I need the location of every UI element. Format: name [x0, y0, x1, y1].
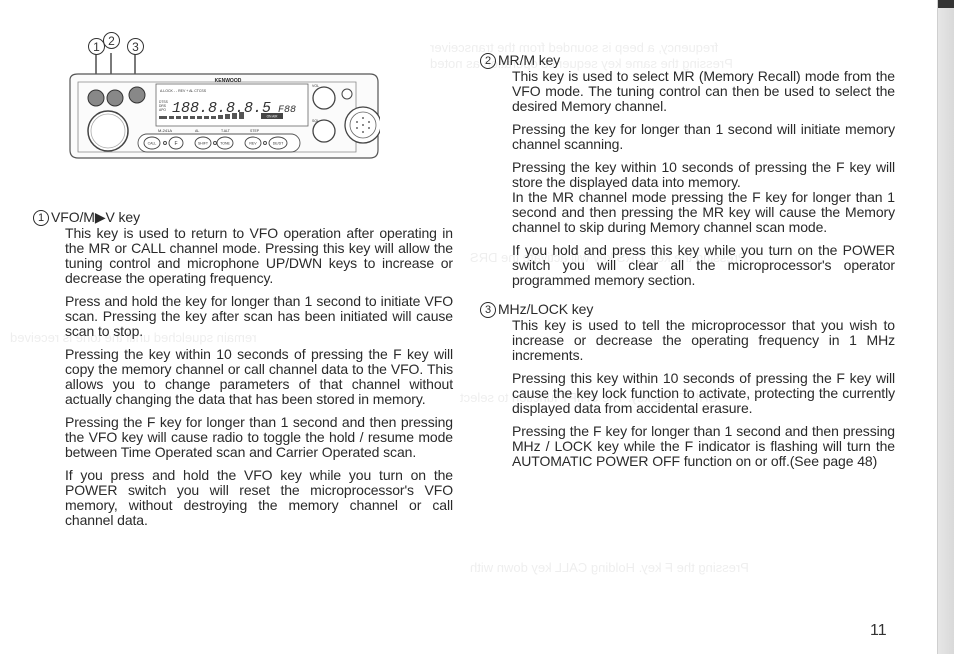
page-number: 11 [870, 622, 887, 639]
paragraph: Pressing the F key for longer than 1 sec… [512, 423, 895, 469]
left-column: 1 VFO/M▶V key This key is used to return … [33, 210, 453, 536]
right-column: 2 MR/M key This key is used to select MR … [480, 53, 895, 477]
sql-knob [312, 119, 336, 143]
section-heading-vfo-key: 1 VFO/M▶V key [33, 210, 453, 226]
mhz-lock-key [128, 86, 146, 104]
tuning-knob [87, 110, 129, 152]
callout-2: 2 [103, 32, 120, 49]
paragraph: This key is used to return to VFO operat… [65, 225, 453, 286]
svg-text:A.LOCK - - REV + AL CTCS: A.LOCK - - REV + AL CTCSS [160, 89, 207, 93]
svg-text:F: F [174, 141, 177, 147]
paragraph: This key is used to select MR (Memory Re… [512, 68, 895, 114]
page-edge [937, 0, 954, 654]
callout-3: 3 [127, 38, 144, 55]
paragraph: If you hold and press this key while you… [512, 242, 895, 288]
svg-text:CALL: CALL [148, 142, 157, 146]
svg-text:T.ALT: T.ALT [221, 129, 231, 133]
page-edge-shadow [938, 0, 954, 8]
svg-text:SQL: SQL [312, 119, 319, 123]
section-title-text: VFO/M▶V key [51, 209, 141, 225]
svg-text:VOL: VOL [312, 84, 319, 88]
svg-text:KENWOOD: KENWOOD [215, 78, 242, 84]
paragraph: Pressing the F key for longer than 1 sec… [65, 414, 453, 460]
section-title-text: MHz/LOCK key [498, 301, 594, 317]
paragraph: Pressing the key within 10 seconds of pr… [512, 159, 895, 190]
svg-text:AL: AL [195, 129, 199, 133]
svg-text:REV: REV [249, 142, 257, 146]
paragraph: If you press and hold the VFO key while … [65, 467, 453, 528]
paragraph: In the MR channel mode pressing the F ke… [512, 189, 895, 235]
radio-front-panel-illustration: KENWOOD A.LOCK - - REV + AL CTCSS DTSS D… [60, 18, 382, 168]
section-number-badge: 2 [480, 53, 496, 69]
paragraph: Pressing the key for longer than 1 secon… [512, 121, 895, 152]
svg-text:188.8.8.8.5: 188.8.8.8.5 [172, 100, 271, 117]
paragraph: Pressing this key within 10 seconds of p… [512, 370, 895, 416]
svg-text:ON AIR: ON AIR [267, 115, 279, 119]
vfo-key [87, 89, 105, 107]
svg-text:M-241A: M-241A [158, 128, 172, 133]
vol-knob [312, 86, 336, 110]
svg-text:TONE: TONE [220, 142, 230, 146]
section-number-badge: 3 [480, 302, 496, 318]
svg-text:SHIFT: SHIFT [198, 142, 209, 146]
paragraph: Press and hold the key for longer than 1… [65, 293, 453, 339]
svg-text:APO: APO [159, 108, 166, 112]
paragraph: This key is used to tell the microproces… [512, 317, 895, 363]
section-heading-mr-key: 2 MR/M key [480, 53, 895, 69]
section-number-badge: 1 [33, 210, 49, 226]
section-heading-mhz-lock-key: 3 MHz/LOCK key [480, 302, 895, 318]
svg-text:DE/DT: DE/DT [273, 142, 284, 146]
mr-key [106, 89, 124, 107]
section-title-text: MR/M key [498, 52, 561, 68]
paragraph: Pressing the key within 10 seconds of pr… [65, 346, 453, 407]
bleed-through-text: Pressing the F key. Holding CALL key dow… [470, 560, 749, 575]
svg-text:STEP: STEP [250, 129, 260, 133]
